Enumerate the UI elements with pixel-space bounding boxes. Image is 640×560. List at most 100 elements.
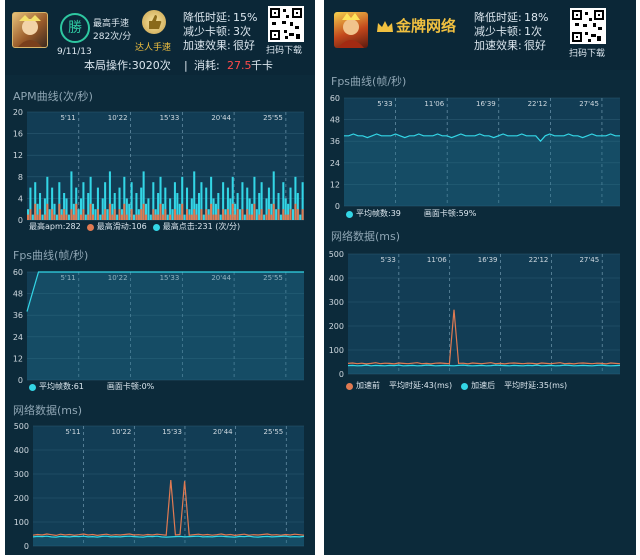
- rank-title: 最高手速: [93, 19, 130, 29]
- y-tick-label: 12: [13, 151, 23, 160]
- effect-value: 很好: [524, 39, 546, 52]
- legend-after-avg: 平均时延:35(ms): [504, 381, 568, 390]
- legend-max-apm: 最高apm:282: [29, 222, 81, 231]
- swipe-dot-icon: [86, 223, 94, 231]
- apm-tap-bar: [239, 209, 242, 220]
- x-tick-label: 16'39: [478, 256, 498, 264]
- apm-swipe-bar: [46, 203, 49, 220]
- y-tick-label: 60: [13, 268, 23, 277]
- apm-swipe-bar: [80, 214, 83, 220]
- apm-swipe-bar: [222, 209, 225, 220]
- apm-tap-bar: [279, 214, 282, 220]
- x-tick-label: 5'11: [60, 114, 75, 122]
- apm-swipe-bar: [265, 214, 268, 220]
- qr-code-icon[interactable]: [268, 6, 304, 42]
- x-tick-label: 20'44: [211, 114, 231, 122]
- net-chart-title: 网络数据(ms): [331, 230, 401, 243]
- fps-chart: 60 48 36 24 12 0 5'33 11'06 16'39 22'12 27'45: [330, 94, 620, 211]
- apm-swipe-bar: [234, 214, 237, 220]
- apm-tap-bar: [299, 214, 302, 220]
- fps-chart-title: Fps曲线(帧/秒): [331, 75, 407, 88]
- apm-swipe-bar: [289, 209, 292, 220]
- reduce-delay-value: 18%: [524, 11, 549, 24]
- apm-swipe-bar: [178, 214, 181, 220]
- thumbs-up-icon: [142, 10, 166, 34]
- fps-series-area: [27, 272, 304, 380]
- apm-swipe-bar: [251, 214, 254, 220]
- apm-swipe-bar: [229, 214, 232, 220]
- apm-tap-bar: [219, 214, 222, 220]
- apm-tap-bar: [243, 214, 246, 220]
- ops-separator: |: [184, 59, 188, 72]
- fps-chart: 604836241205'11 10'22 15'33 20'44 25'55: [13, 268, 304, 385]
- apm-swipe-bar: [258, 214, 261, 220]
- fps-dot-icon: [29, 383, 36, 391]
- apm-swipe-bar: [63, 209, 66, 220]
- apm-tap-bar: [128, 203, 131, 220]
- net-after-area: [348, 365, 620, 374]
- apm-chart: 20 16 12 8 4 0 5'11 10'22 15'33 20'44 25'55: [13, 108, 304, 225]
- apm-tap-bar: [183, 214, 186, 220]
- apm-swipe-bar: [272, 203, 275, 220]
- fps-legend: 平均帧数:39 画面卡顿:59%: [346, 209, 476, 219]
- apm-swipe-bar: [87, 214, 90, 220]
- apm-swipe-bar: [193, 209, 196, 220]
- y-tick-label: 48: [13, 290, 23, 299]
- apm-swipe-bar: [161, 214, 164, 220]
- apm-tap-bar: [198, 193, 201, 220]
- apm-tap-bar: [202, 214, 205, 220]
- x-tick-label: 15'33: [162, 428, 182, 436]
- apm-tap-bar: [55, 214, 58, 220]
- left-header: 9/11/13 勝 最高手速 282次/分 达人手速 降低时延: 15% 减少卡…: [5, 0, 315, 75]
- right-header: 金牌网络 降低时延: 18% 减少卡顿: 1次 加速效果: 很好 扫码下载: [324, 0, 636, 70]
- apm-tap-bar: [106, 209, 109, 220]
- cost-unit: 千卡: [251, 59, 273, 72]
- x-tick-label: 20'44: [213, 428, 233, 436]
- apm-swipe-bar: [186, 209, 189, 220]
- x-tick-label: 25'55: [264, 428, 284, 436]
- legend-after-label: 加速后: [471, 381, 496, 390]
- apm-swipe-bar: [152, 209, 155, 220]
- scan-label[interactable]: 扫码下载: [266, 45, 302, 58]
- y-tick-label: 8: [18, 173, 23, 182]
- hero-avatar: [12, 12, 48, 48]
- reduce-lag-label: 减少卡顿:: [474, 25, 522, 38]
- apm-legend: 最高apm:282 最高滑动:106 最高点击:231 (次/分): [29, 222, 240, 232]
- apm-swipe-bar: [154, 214, 157, 220]
- reduce-lag-value: 1次: [524, 25, 542, 38]
- apm-swipe-bar: [296, 209, 299, 220]
- reduce-lag-value: 3次: [233, 25, 251, 38]
- right-report-panel: 金牌网络 降低时延: 18% 减少卡顿: 1次 加速效果: 很好 扫码下载 Fp…: [324, 0, 636, 555]
- y-tick-label: 48: [330, 116, 340, 125]
- apm-swipe-bar: [224, 214, 227, 220]
- x-tick-label: 10'22: [112, 428, 132, 436]
- y-tick-label: 200: [14, 494, 29, 503]
- apm-tap-bar: [171, 209, 174, 220]
- apm-swipe-bar: [43, 214, 46, 220]
- apm-swipe-bar: [39, 209, 42, 220]
- y-tick-label: 12: [330, 180, 340, 189]
- apm-swipe-bar: [176, 214, 179, 220]
- x-tick-label: 11'06: [424, 100, 444, 108]
- x-tick-label: 22'12: [529, 256, 549, 264]
- tap-dot-icon: [152, 223, 160, 231]
- y-tick-label: 500: [329, 250, 344, 259]
- apm-swipe-bar: [53, 214, 56, 220]
- legend-max-swipe: 最高滑动:106: [96, 222, 147, 231]
- scan-label[interactable]: 扫码下载: [569, 48, 605, 61]
- game-logo: [334, 12, 368, 48]
- apm-swipe-bar: [125, 214, 128, 220]
- legend-before-label: 加速前: [356, 381, 380, 390]
- match-date: 9/11/13: [57, 47, 92, 57]
- apm-swipe-bar: [89, 203, 92, 220]
- apm-swipe-bar: [104, 209, 107, 220]
- apm-swipe-bar: [241, 209, 244, 220]
- reduce-lag-label: 减少卡顿:: [183, 25, 231, 38]
- apm-swipe-bar: [82, 209, 85, 220]
- legend-before-avg: 平均时延:43(ms): [389, 381, 453, 390]
- apm-swipe-bar: [253, 203, 256, 220]
- x-tick-label: 22'12: [528, 100, 548, 108]
- y-tick-label: 20: [13, 108, 23, 117]
- qr-code-icon[interactable]: [570, 8, 606, 44]
- reduce-delay-value: 15%: [233, 11, 258, 24]
